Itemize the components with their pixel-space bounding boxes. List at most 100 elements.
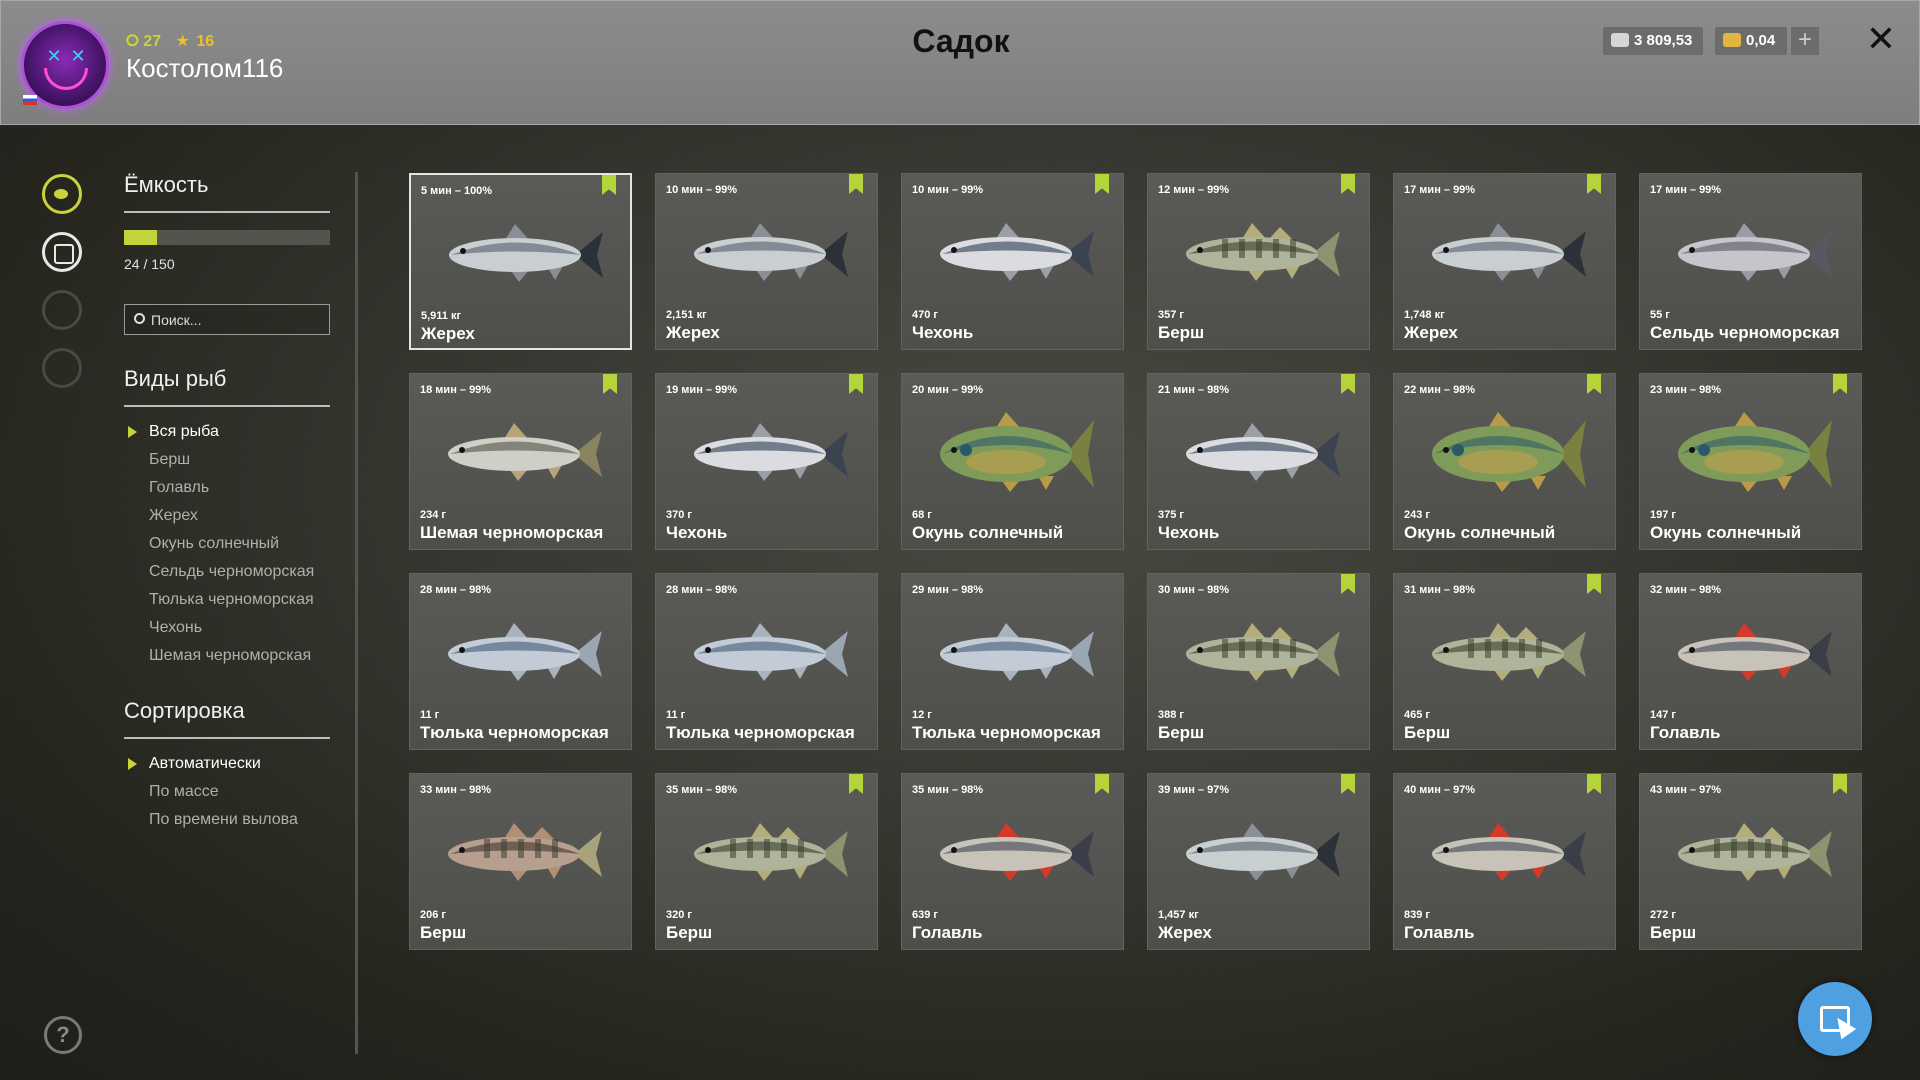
catch-time: 20 мин – 99% — [912, 384, 984, 396]
bookmark-icon[interactable] — [849, 374, 863, 394]
fish-card[interactable]: 28 мин – 98% 11 г Тюлька черноморская — [409, 573, 632, 750]
sort-option[interactable]: По массе — [124, 778, 298, 806]
fish-weight: 357 г — [1158, 309, 1184, 321]
catch-time: 18 мин – 99% — [420, 384, 492, 396]
species-filter-item[interactable]: Голавль — [124, 474, 314, 502]
fish-card[interactable]: 22 мин – 98% 243 г Окунь солнечный — [1393, 373, 1616, 550]
bookmark-icon[interactable] — [1587, 774, 1601, 794]
fish-card[interactable]: 10 мин – 99% 470 г Чехонь — [901, 173, 1124, 350]
header-bar: ✕ ✕ ⭘ 27 ★ 16 Костолом116 Садок 3 809,53… — [0, 0, 1920, 125]
fish-card[interactable]: 20 мин – 99% 68 г Окунь солнечный — [901, 373, 1124, 550]
species-filter-item[interactable]: Чехонь — [124, 614, 314, 642]
gold-value: 0,04 — [1746, 32, 1776, 49]
bookmark-icon[interactable] — [1095, 774, 1109, 794]
bookmark-icon[interactable] — [603, 374, 617, 394]
catch-time: 40 мин – 97% — [1404, 784, 1476, 796]
fish-name: Чехонь — [1158, 523, 1220, 542]
fish-card[interactable]: 12 мин – 99% 357 г Берш — [1147, 173, 1370, 350]
fish-name: Берш — [1404, 723, 1451, 742]
fish-name: Окунь солнечный — [1404, 523, 1556, 542]
bookmark-icon[interactable] — [1587, 374, 1601, 394]
shemaya-fish-icon — [448, 423, 602, 481]
fish-card[interactable]: 17 мин – 99% 1,748 кг Жерех — [1393, 173, 1616, 350]
bookmark-icon[interactable] — [1833, 774, 1847, 794]
catch-time: 32 мин – 98% — [1650, 584, 1722, 596]
gold-balance: 0,04 — [1715, 27, 1787, 55]
search-input[interactable] — [151, 309, 321, 331]
fish-card[interactable]: 35 мин – 98% 320 г Берш — [655, 773, 878, 950]
fish-name: Жерех — [421, 324, 475, 343]
fish-card[interactable]: 18 мин – 99% 234 г Шемая черноморская — [409, 373, 632, 550]
bookmark-icon[interactable] — [1833, 374, 1847, 394]
fish-card[interactable]: 5 мин – 100% 5,911 кг Жерех — [409, 173, 632, 350]
fish-grid: 5 мин – 100% 5,911 кг Жерех 10 мин – 99% 2,1… — [409, 173, 1862, 950]
fish-weight: 197 г — [1650, 509, 1676, 521]
catch-time: 39 мин – 97% — [1158, 784, 1230, 796]
divider — [124, 211, 330, 213]
fish-card[interactable]: 43 мин – 97% 272 г Берш — [1639, 773, 1862, 950]
species-filter-item[interactable]: Окунь солнечный — [124, 530, 314, 558]
fish-card[interactable]: 10 мин – 99% 2,151 кг Жерех — [655, 173, 878, 350]
fish-card[interactable]: 39 мин – 97% 1,457 кг Жерех — [1147, 773, 1370, 950]
sprat-fish-icon — [694, 623, 848, 681]
catch-time: 30 мин – 98% — [1158, 584, 1230, 596]
fish-card[interactable]: 17 мин – 99% 55 г Сельдь черноморская — [1639, 173, 1862, 350]
fish-card[interactable]: 19 мин – 99% 370 г Чехонь — [655, 373, 878, 550]
fish-tab-icon[interactable] — [42, 174, 82, 214]
bookmark-icon[interactable] — [849, 174, 863, 194]
fish-name: Тюлька черноморская — [912, 723, 1101, 742]
sprat-fish-icon — [448, 623, 602, 681]
bookmark-icon[interactable] — [1587, 174, 1601, 194]
species-filter-item[interactable]: Берш — [124, 446, 314, 474]
fish-card[interactable]: 21 мин – 98% 375 г Чехонь — [1147, 373, 1370, 550]
sort-option[interactable]: Автоматически — [124, 750, 298, 778]
fish-name: Голавль — [1650, 723, 1721, 742]
sort-option[interactable]: По времени вылова — [124, 806, 298, 834]
perch-fish-icon — [1678, 823, 1832, 881]
fish-card[interactable]: 23 мин – 98% 197 г Окунь солнечный — [1639, 373, 1862, 550]
search-box[interactable] — [124, 304, 330, 335]
fish-card[interactable]: 28 мин – 98% 11 г Тюлька черноморская — [655, 573, 878, 750]
cursor-mode-button[interactable] — [1798, 982, 1872, 1056]
sort-list: Автоматически По массе По времени вылова — [124, 750, 298, 834]
asp-fish-icon — [449, 224, 603, 282]
bookmark-icon[interactable] — [849, 774, 863, 794]
sprat-fish-icon — [940, 623, 1094, 681]
fish-weight: 11 г — [666, 709, 686, 721]
species-filter-item[interactable]: Вся рыба — [124, 418, 314, 446]
fish-card[interactable]: 31 мин – 98% 465 г Берш — [1393, 573, 1616, 750]
help-button[interactable]: ? — [44, 1016, 82, 1054]
bookmark-icon[interactable] — [1341, 574, 1355, 594]
fish-card[interactable]: 35 мин – 98% 639 г Голавль — [901, 773, 1124, 950]
divider — [124, 405, 330, 407]
species-filter-item[interactable]: Шемая черноморская — [124, 642, 314, 670]
species-filter-item[interactable]: Сельдь черноморская — [124, 558, 314, 586]
home-tab-icon — [42, 348, 82, 388]
add-currency-button[interactable]: + — [1791, 27, 1819, 55]
russia-flag-icon — [23, 95, 37, 105]
bookmark-icon[interactable] — [1587, 574, 1601, 594]
bookmark-icon[interactable] — [1095, 174, 1109, 194]
species-filter-item[interactable]: Тюлька черноморская — [124, 586, 314, 614]
bookmark-icon[interactable] — [1341, 374, 1355, 394]
fish-name: Чехонь — [912, 323, 974, 342]
fish-card[interactable]: 40 мин – 97% 839 г Голавль — [1393, 773, 1616, 950]
chub-fish-icon — [940, 823, 1094, 881]
keepnet-tab-icon[interactable] — [42, 232, 82, 272]
fish-weight: 375 г — [1158, 509, 1184, 521]
bookmark-icon[interactable] — [1341, 774, 1355, 794]
fish-name: Жерех — [666, 323, 720, 342]
fish-card[interactable]: 30 мин – 98% 388 г Берш — [1147, 573, 1370, 750]
bookmark-icon[interactable] — [1341, 174, 1355, 194]
species-filter-item[interactable]: Жерех — [124, 502, 314, 530]
fish-name: Берш — [1158, 723, 1205, 742]
fish-card[interactable]: 29 мин – 98% 12 г Тюлька черноморская — [901, 573, 1124, 750]
close-button[interactable]: ✕ — [1863, 21, 1899, 57]
disabled-tab-icon — [42, 290, 82, 330]
bookmark-icon[interactable] — [602, 175, 616, 195]
species-list: Вся рыба Берш Голавль Жерех Окунь солнечный С… — [124, 418, 314, 670]
fish-card[interactable]: 33 мин – 98% 206 г Берш — [409, 773, 632, 950]
fish-card[interactable]: 32 мин – 98% 147 г Голавль — [1639, 573, 1862, 750]
fish-weight: 2,151 кг — [666, 309, 707, 321]
perch-fish-icon — [1186, 623, 1340, 681]
